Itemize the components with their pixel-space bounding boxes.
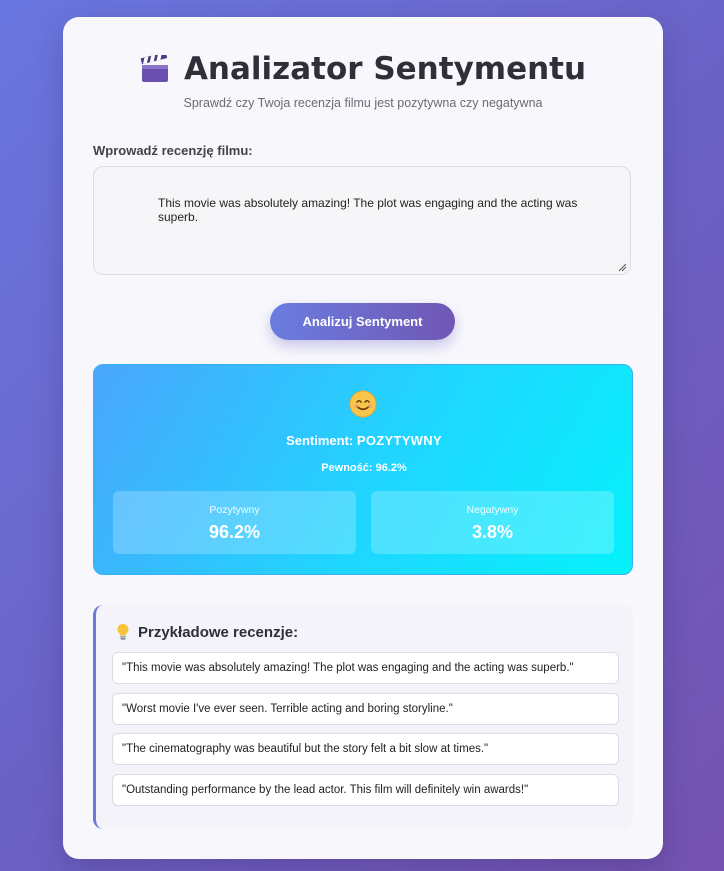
sentiment-value: POZYTYWNY bbox=[356, 433, 442, 448]
example-reviews-panel: Przykładowe recenzje: "This movie was ab… bbox=[93, 605, 633, 829]
main-card: Analizator Sentymentu Sprawdź czy Twoja … bbox=[63, 17, 663, 859]
example-review-item[interactable]: "Worst movie I've ever seen. Terrible ac… bbox=[112, 693, 619, 725]
example-review-item[interactable]: "Outstanding performance by the lead act… bbox=[112, 774, 619, 806]
confidence-text: Pewność: 96.2% bbox=[321, 462, 407, 474]
negative-stat-box: Negatywny 3.8% bbox=[371, 491, 614, 554]
sentiment-line: Sentiment: POZYTYWNY bbox=[94, 433, 634, 448]
positive-stat-box: Pozytywny 96.2% bbox=[113, 491, 356, 554]
example-reviews-title: Przykładowe recenzje: bbox=[138, 623, 299, 641]
header: Analizator Sentymentu bbox=[63, 51, 663, 87]
page-title: Analizator Sentymentu bbox=[183, 51, 587, 87]
example-review-item[interactable]: "The cinematography was beautiful but th… bbox=[112, 733, 619, 765]
review-textarea[interactable]: This movie was absolutely amazing! The p… bbox=[93, 166, 631, 275]
example-reviews-header: Przykładowe recenzje: bbox=[116, 623, 298, 641]
sentiment-label: Sentiment: bbox=[286, 433, 354, 448]
review-input-label: Wprowadź recenzję filmu: bbox=[93, 143, 253, 158]
positive-value: 96.2% bbox=[208, 522, 261, 542]
page-subtitle: Sprawdź czy Twoja recenzja filmu jest po… bbox=[183, 96, 543, 110]
sentiment-result-panel: Sentiment: POZYTYWNY Pewność: 96.2% Pozy… bbox=[93, 364, 633, 575]
positive-label: Pozytywny bbox=[209, 504, 260, 516]
negative-label: Negatywny bbox=[466, 504, 519, 516]
review-textarea-value: This movie was absolutely amazing! The p… bbox=[158, 196, 578, 224]
smiling-face-icon bbox=[349, 390, 377, 418]
lightbulb-icon bbox=[116, 623, 130, 641]
resize-handle-icon[interactable] bbox=[617, 261, 627, 272]
negative-value: 3.8% bbox=[471, 522, 514, 542]
example-review-item[interactable]: "This movie was absolutely amazing! The … bbox=[112, 652, 619, 684]
analyze-sentiment-button[interactable]: Analizuj Sentyment bbox=[270, 303, 455, 340]
clapperboard-icon bbox=[140, 52, 170, 83]
